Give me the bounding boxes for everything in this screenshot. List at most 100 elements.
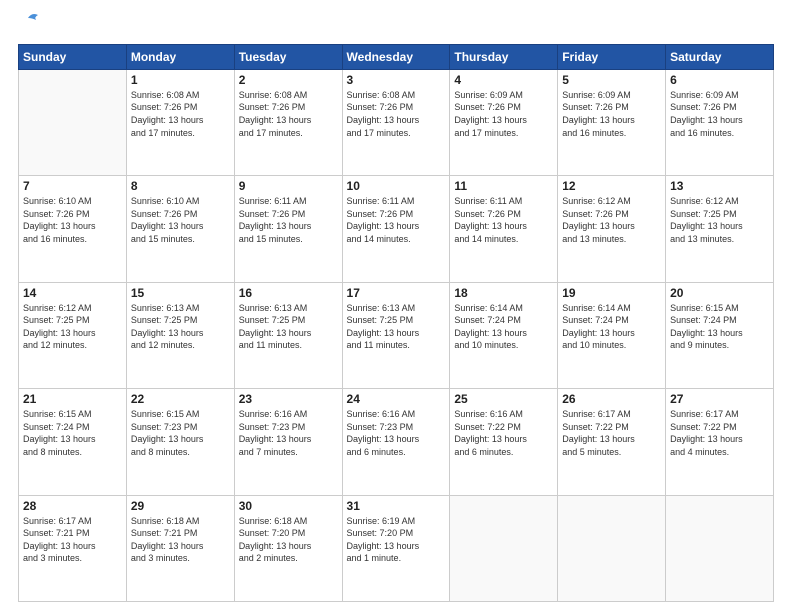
day-number: 18 (454, 286, 553, 300)
day-info: Sunrise: 6:18 AM Sunset: 7:21 PM Dayligh… (131, 515, 230, 565)
calendar-cell: 16Sunrise: 6:13 AM Sunset: 7:25 PM Dayli… (234, 282, 342, 388)
calendar-week-2: 7 Sunrise: 6:10 AM Sunset: 7:26 PM Daylig… (19, 176, 774, 282)
day-info: Sunrise: 6:18 AM Sunset: 7:20 PM Dayligh… (239, 515, 338, 565)
logo-bird-icon (20, 10, 42, 32)
day-info: Sunrise: 6:13 AM Sunset: 7:25 PM Dayligh… (131, 302, 230, 352)
day-number: 20 (670, 286, 769, 300)
day-number: 30 (239, 499, 338, 513)
calendar-cell: 5Sunrise: 6:09 AM Sunset: 7:26 PM Daylig… (558, 69, 666, 175)
calendar-cell: 26 Sunrise: 6:17 AM Sunset: 7:22 PM Dayli… (558, 389, 666, 495)
calendar-cell: 4 Sunrise: 6:09 AM Sunset: 7:26 PM Daylig… (450, 69, 558, 175)
calendar-cell: 7Sunrise: 6:10 AM Sunset: 7:26 PM Daylig… (19, 176, 127, 282)
day-info: Sunrise: 6:13 AM Sunset: 7:25 PM Dayligh… (347, 302, 446, 352)
day-number: 28 (23, 499, 122, 513)
day-info: Sunrise: 6:16 AM Sunset: 7:22 PM Dayligh… (454, 408, 553, 458)
day-number: 19 (562, 286, 661, 300)
calendar-cell: 24 Sunrise: 6:16 AM Sunset: 7:23 PM Dayli… (342, 389, 450, 495)
calendar-cell: 3 Sunrise: 6:08 AM Sunset: 7:26 PM Daylig… (342, 69, 450, 175)
calendar-cell: 18 Sunrise: 6:14 AM Sunset: 7:24 PM Dayli… (450, 282, 558, 388)
day-info: Sunrise: 6:08 AM Sunset: 7:26 PM Dayligh… (131, 89, 230, 139)
day-info: Sunrise: 6:08 AM Sunset: 7:26 PM Dayligh… (347, 89, 446, 139)
day-number: 10 (347, 179, 446, 193)
calendar-cell: 8 Sunrise: 6:10 AM Sunset: 7:26 PM Daylig… (126, 176, 234, 282)
day-info: Sunrise: 6:17 AM Sunset: 7:21 PM Dayligh… (23, 515, 122, 565)
calendar-cell: 21 Sunrise: 6:15 AM Sunset: 7:24 PM Dayli… (19, 389, 127, 495)
calendar-cell: 28 Sunrise: 6:17 AM Sunset: 7:21 PM Dayli… (19, 495, 127, 601)
header (18, 18, 774, 38)
calendar-cell: 11 Sunrise: 6:11 AM Sunset: 7:26 PM Dayli… (450, 176, 558, 282)
day-info: Sunrise: 6:09 AM Sunset: 7:26 PM Dayligh… (670, 89, 769, 139)
day-number: 11 (454, 179, 553, 193)
day-info: Sunrise: 6:15 AM Sunset: 7:23 PM Dayligh… (131, 408, 230, 458)
calendar-cell: 25 Sunrise: 6:16 AM Sunset: 7:22 PM Dayli… (450, 389, 558, 495)
day-info: Sunrise: 6:14 AM Sunset: 7:24 PM Dayligh… (562, 302, 661, 352)
calendar-week-4: 21 Sunrise: 6:15 AM Sunset: 7:24 PM Dayli… (19, 389, 774, 495)
day-number: 21 (23, 392, 122, 406)
day-number: 3 (347, 73, 446, 87)
day-number: 15 (131, 286, 230, 300)
day-info: Sunrise: 6:10 AM Sunset: 7:26 PM Dayligh… (131, 195, 230, 245)
day-number: 23 (239, 392, 338, 406)
calendar-cell: 14 Sunrise: 6:12 AM Sunset: 7:25 PM Dayli… (19, 282, 127, 388)
calendar-cell: 2Sunrise: 6:08 AM Sunset: 7:26 PM Daylig… (234, 69, 342, 175)
day-number: 9 (239, 179, 338, 193)
calendar-cell: 29Sunrise: 6:18 AM Sunset: 7:21 PM Dayli… (126, 495, 234, 601)
day-info: Sunrise: 6:09 AM Sunset: 7:26 PM Dayligh… (454, 89, 553, 139)
day-info: Sunrise: 6:12 AM Sunset: 7:26 PM Dayligh… (562, 195, 661, 245)
calendar-cell: 30 Sunrise: 6:18 AM Sunset: 7:20 PM Dayli… (234, 495, 342, 601)
day-number: 1 (131, 73, 230, 87)
day-number: 7 (23, 179, 122, 193)
calendar-table: SundayMondayTuesdayWednesdayThursdayFrid… (18, 44, 774, 602)
day-number: 4 (454, 73, 553, 87)
weekday-header-tuesday: Tuesday (234, 44, 342, 69)
day-info: Sunrise: 6:16 AM Sunset: 7:23 PM Dayligh… (239, 408, 338, 458)
day-number: 22 (131, 392, 230, 406)
calendar-cell: 19 Sunrise: 6:14 AM Sunset: 7:24 PM Dayli… (558, 282, 666, 388)
calendar-cell (450, 495, 558, 601)
day-info: Sunrise: 6:11 AM Sunset: 7:26 PM Dayligh… (454, 195, 553, 245)
day-number: 12 (562, 179, 661, 193)
day-info: Sunrise: 6:15 AM Sunset: 7:24 PM Dayligh… (23, 408, 122, 458)
day-number: 26 (562, 392, 661, 406)
calendar-cell: 23 Sunrise: 6:16 AM Sunset: 7:23 PM Dayli… (234, 389, 342, 495)
day-info: Sunrise: 6:16 AM Sunset: 7:23 PM Dayligh… (347, 408, 446, 458)
day-info: Sunrise: 6:17 AM Sunset: 7:22 PM Dayligh… (562, 408, 661, 458)
weekday-header-sunday: Sunday (19, 44, 127, 69)
weekday-header-thursday: Thursday (450, 44, 558, 69)
calendar-cell: 17 Sunrise: 6:13 AM Sunset: 7:25 PM Dayli… (342, 282, 450, 388)
weekday-header-friday: Friday (558, 44, 666, 69)
calendar-cell: 15 Sunrise: 6:13 AM Sunset: 7:25 PM Dayli… (126, 282, 234, 388)
day-info: Sunrise: 6:08 AM Sunset: 7:26 PM Dayligh… (239, 89, 338, 139)
calendar-cell: 1 Sunrise: 6:08 AM Sunset: 7:26 PM Daylig… (126, 69, 234, 175)
day-number: 31 (347, 499, 446, 513)
day-info: Sunrise: 6:12 AM Sunset: 7:25 PM Dayligh… (670, 195, 769, 245)
calendar-cell: 13Sunrise: 6:12 AM Sunset: 7:25 PM Dayli… (666, 176, 774, 282)
day-info: Sunrise: 6:11 AM Sunset: 7:26 PM Dayligh… (347, 195, 446, 245)
day-info: Sunrise: 6:19 AM Sunset: 7:20 PM Dayligh… (347, 515, 446, 565)
day-info: Sunrise: 6:17 AM Sunset: 7:22 PM Dayligh… (670, 408, 769, 458)
day-info: Sunrise: 6:14 AM Sunset: 7:24 PM Dayligh… (454, 302, 553, 352)
day-info: Sunrise: 6:12 AM Sunset: 7:25 PM Dayligh… (23, 302, 122, 352)
day-number: 8 (131, 179, 230, 193)
calendar-cell: 12 Sunrise: 6:12 AM Sunset: 7:26 PM Dayli… (558, 176, 666, 282)
logo (18, 18, 42, 38)
day-info: Sunrise: 6:13 AM Sunset: 7:25 PM Dayligh… (239, 302, 338, 352)
calendar-cell: 6 Sunrise: 6:09 AM Sunset: 7:26 PM Daylig… (666, 69, 774, 175)
weekday-header-wednesday: Wednesday (342, 44, 450, 69)
calendar-cell (19, 69, 127, 175)
day-info: Sunrise: 6:09 AM Sunset: 7:26 PM Dayligh… (562, 89, 661, 139)
calendar-week-3: 14 Sunrise: 6:12 AM Sunset: 7:25 PM Dayli… (19, 282, 774, 388)
calendar-cell (558, 495, 666, 601)
calendar-cell: 20 Sunrise: 6:15 AM Sunset: 7:24 PM Dayli… (666, 282, 774, 388)
day-number: 17 (347, 286, 446, 300)
day-number: 25 (454, 392, 553, 406)
calendar-cell (666, 495, 774, 601)
day-number: 6 (670, 73, 769, 87)
day-number: 24 (347, 392, 446, 406)
day-info: Sunrise: 6:15 AM Sunset: 7:24 PM Dayligh… (670, 302, 769, 352)
calendar-cell: 22 Sunrise: 6:15 AM Sunset: 7:23 PM Dayli… (126, 389, 234, 495)
day-number: 14 (23, 286, 122, 300)
weekday-header-saturday: Saturday (666, 44, 774, 69)
calendar-header-row: SundayMondayTuesdayWednesdayThursdayFrid… (19, 44, 774, 69)
page: SundayMondayTuesdayWednesdayThursdayFrid… (0, 0, 792, 612)
